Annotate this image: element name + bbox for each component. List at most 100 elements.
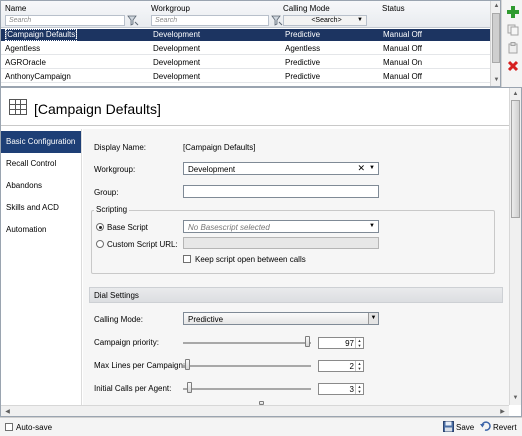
calling-mode-select[interactable]: Predictive ▼ (183, 312, 379, 325)
campaign-priority-slider-thumb[interactable] (305, 336, 310, 347)
base-script-select[interactable]: No Basescript selected ▼ (183, 220, 379, 233)
initial-calls-slider-track[interactable] (183, 388, 311, 390)
max-lines-stepper[interactable]: 2 ▲ ▼ (318, 360, 364, 372)
row-status: Manual On (383, 58, 423, 67)
grid-scrollbar-thumb[interactable] (492, 13, 500, 63)
filter-funnel-icon[interactable] (127, 15, 139, 26)
scroll-left-arrow-icon[interactable]: ◀ (2, 406, 13, 416)
nav-item-recall-control[interactable]: Recall Control (1, 153, 81, 175)
grid-header: Name Workgroup Calling Mode Status Searc… (1, 1, 490, 28)
row-name: AGROracle (5, 58, 46, 67)
campaign-priority-stepper[interactable]: 97 ▲ ▼ (318, 337, 364, 349)
nav-item-automation[interactable]: Automation (1, 219, 81, 241)
row-name: Agentless (5, 44, 41, 53)
calling-mode-select-value: Predictive (188, 315, 224, 324)
scroll-down-arrow-icon[interactable]: ▼ (510, 393, 521, 403)
campaign-grid: Name Workgroup Calling Mode Status Searc… (0, 0, 501, 87)
dial-settings-title: Dial Settings (94, 291, 139, 300)
group-label: Group: (94, 188, 119, 197)
filter-funnel-icon[interactable] (271, 15, 283, 26)
custom-script-label: Custom Script URL: (107, 240, 178, 249)
row-calling-mode: Agentless (285, 44, 321, 53)
base-script-label: Base Script (107, 223, 148, 232)
detail-scrollbar-thumb[interactable] (511, 100, 520, 218)
calling-mode-filter-value: <Search> (311, 17, 342, 24)
paste-icon[interactable] (506, 41, 520, 55)
keep-script-open-label: Keep script open between calls (195, 255, 306, 264)
column-header-workgroup[interactable]: Workgroup (151, 4, 190, 13)
autosave-checkbox[interactable] (5, 423, 13, 431)
chevron-down-icon[interactable]: ▼ (369, 221, 375, 232)
table-row[interactable]: AGROracle Development Predictive Manual … (1, 57, 490, 69)
max-lines-slider-thumb[interactable] (185, 359, 190, 370)
campaign-priority-label: Campaign priority: (94, 338, 159, 347)
row-workgroup: Development (153, 72, 201, 81)
detail-vertical-scrollbar[interactable]: ▲ ▼ (509, 88, 521, 405)
stepper-arrows-icon[interactable]: ▲ ▼ (355, 361, 363, 371)
basic-configuration-form: Display Name: [Campaign Defaults] Workgr… (83, 129, 509, 405)
group-input[interactable] (183, 185, 379, 198)
row-calling-mode: Predictive (285, 58, 321, 67)
workgroup-select[interactable]: Development ✕ ▼ (183, 162, 379, 175)
footer-bar: Auto-save Save Revert (0, 417, 522, 436)
initial-calls-slider-thumb[interactable] (187, 382, 192, 393)
column-header-name[interactable]: Name (5, 4, 26, 13)
revert-arrow-icon[interactable] (480, 421, 491, 432)
row-calling-mode: Predictive (285, 30, 321, 39)
custom-script-url-input[interactable] (183, 237, 379, 249)
base-script-radio[interactable] (96, 223, 104, 231)
custom-script-radio[interactable] (96, 240, 104, 248)
row-workgroup: Development (153, 58, 201, 67)
nav-item-basic-configuration[interactable]: Basic Configuration (1, 131, 81, 153)
max-lines-value: 2 (349, 362, 354, 371)
column-header-status[interactable]: Status (382, 4, 405, 13)
stepper-arrows-icon[interactable]: ▲ ▼ (355, 338, 363, 348)
row-workgroup: Development (153, 30, 201, 39)
scroll-right-arrow-icon[interactable]: ▶ (497, 406, 508, 416)
campaign-priority-value: 97 (345, 339, 354, 348)
save-disk-icon[interactable] (443, 421, 454, 432)
max-lines-slider-track[interactable] (183, 365, 311, 367)
detail-horizontal-scrollbar[interactable]: ◀ ▶ (1, 405, 509, 416)
calling-mode-filter-select[interactable]: <Search> ▼ (283, 15, 367, 26)
scroll-up-arrow-icon[interactable]: ▲ (491, 1, 500, 11)
revert-button[interactable]: Revert (493, 423, 517, 432)
copy-icon[interactable] (506, 23, 520, 37)
autosave-label: Auto-save (16, 423, 53, 432)
campaign-grid-icon (9, 99, 27, 115)
table-row[interactable]: AnthonyCampaign Development Predictive M… (1, 71, 490, 83)
calling-mode-label: Calling Mode: (94, 315, 143, 324)
row-calling-mode: Predictive (285, 72, 321, 81)
scroll-down-arrow-icon[interactable]: ▼ (491, 75, 500, 85)
keep-script-open-checkbox[interactable] (183, 255, 191, 263)
campaign-priority-slider-track[interactable] (183, 342, 311, 344)
table-row[interactable]: [Campaign Defaults] Development Predicti… (1, 29, 490, 41)
plus-icon[interactable] (506, 5, 520, 19)
workgroup-label: Workgroup: (94, 165, 136, 174)
initial-calls-label: Initial Calls per Agent: (94, 384, 172, 393)
workgroup-filter-input[interactable]: Search (151, 15, 269, 26)
detail-nav: Basic Configuration Recall Control Aband… (1, 129, 82, 405)
display-name-label: Display Name: (94, 143, 147, 152)
nav-item-abandons[interactable]: Abandons (1, 175, 81, 197)
action-toolbar (501, 0, 522, 87)
table-row[interactable]: Agentless Development Agentless Manual O… (1, 43, 490, 55)
chevron-down-icon[interactable]: ▼ (369, 163, 375, 174)
campaign-detail-panel: [Campaign Defaults] Basic Configuration … (0, 87, 522, 417)
scroll-up-arrow-icon[interactable]: ▲ (510, 89, 521, 99)
name-filter-input[interactable]: Search (5, 15, 125, 26)
column-header-calling-mode[interactable]: Calling Mode (283, 4, 330, 13)
save-button[interactable]: Save (456, 423, 474, 432)
scripting-group-title: Scripting (94, 205, 130, 214)
dial-settings-header[interactable]: Dial Settings (89, 287, 503, 303)
initial-calls-stepper[interactable]: 3 ▲ ▼ (318, 383, 364, 395)
display-name-value: [Campaign Defaults] (183, 143, 256, 152)
delete-x-icon[interactable] (506, 59, 520, 73)
clear-x-icon[interactable]: ✕ (357, 163, 365, 174)
stepper-arrows-icon[interactable]: ▲ ▼ (355, 384, 363, 394)
grid-vertical-scrollbar[interactable]: ▲ ▼ (490, 1, 500, 86)
row-status: Manual Off (383, 44, 422, 53)
chevron-down-icon[interactable]: ▼ (368, 313, 378, 324)
nav-item-skills-and-acd[interactable]: Skills and ACD (1, 197, 81, 219)
page-title: [Campaign Defaults] (34, 101, 161, 117)
